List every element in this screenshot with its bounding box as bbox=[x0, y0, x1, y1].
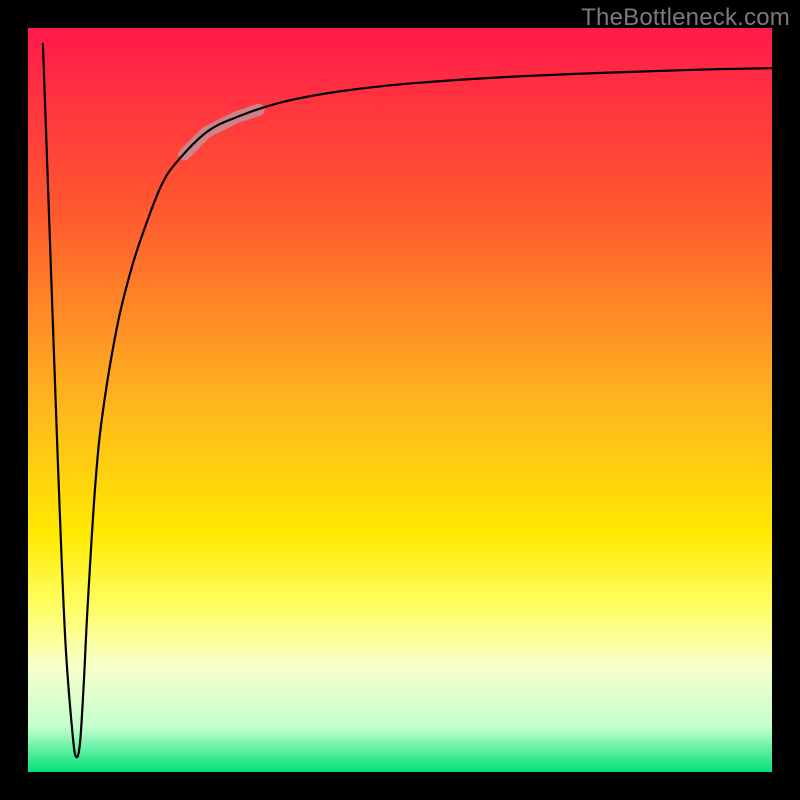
chart-container: TheBottleneck.com bbox=[0, 0, 800, 800]
attribution-watermark: TheBottleneck.com bbox=[581, 4, 790, 32]
chart-svg bbox=[0, 0, 800, 800]
plot-background bbox=[28, 28, 772, 772]
